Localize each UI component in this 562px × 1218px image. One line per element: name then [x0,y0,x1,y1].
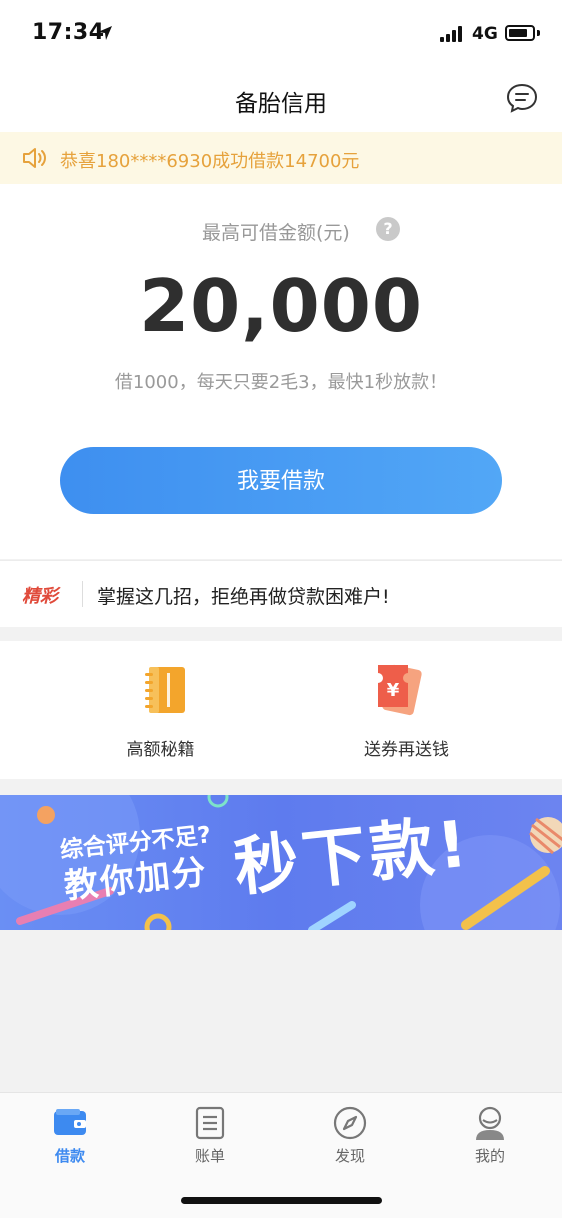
page-title: 备胎信用 [235,91,327,117]
bill-icon [195,1106,225,1140]
compass-icon [333,1106,367,1140]
app-screen: 17:34 4G 备胎信用 恭喜180****6930成功借款14700元 最高… [0,0,562,1218]
feature-high-limit[interactable]: 高额秘籍 [20,641,301,779]
loan-description: 借1000，每天只要2毛3，最快1秒放款！ [114,372,448,393]
coupon-icon: ¥ [378,664,422,716]
notice-text: 恭喜180****6930成功借款14700元 [60,151,360,172]
promo-banner[interactable]: 综合评分不足? 教你加分 秒下款! [0,795,562,930]
coupon-symbol: ¥ [387,680,400,701]
chat-bubble-icon[interactable] [506,82,538,114]
status-bar: 17:34 4G [0,0,562,66]
divider [82,581,83,607]
notebook-icon [145,667,185,713]
loan-amount: 20,000 [139,264,423,348]
article-strip[interactable]: 精彩 掌握这几招，拒绝再做贷款困难户! [0,560,562,627]
tab-profile[interactable]: 我的 [420,1093,560,1183]
battery-tip [537,30,540,36]
feature-label: 高额秘籍 [126,740,195,760]
tab-label: 账单 [194,1147,225,1165]
nav-bar: 备胎信用 [0,66,562,132]
notice-bar: 恭喜180****6930成功借款14700元 [0,132,562,184]
limit-label: 最高可借金额(元) [202,222,350,244]
wallet-icon [54,1109,86,1135]
cellular-signal-icon [440,26,466,42]
tab-bill[interactable]: 账单 [140,1093,280,1183]
location-arrow-icon [98,26,112,40]
tab-borrow[interactable]: 借款 [0,1093,140,1183]
network-type: 4G [472,24,498,44]
article-title: 掌握这几招，拒绝再做贷款困难户! [97,586,390,608]
feature-label: 送券再送钱 [364,740,449,760]
feature-coupon[interactable]: ¥ 送券再送钱 [266,641,547,779]
borrow-button[interactable]: 我要借款 [60,447,502,514]
profile-icon [476,1106,504,1140]
help-icon[interactable]: ? [376,217,400,241]
loan-card: 最高可借金额(元) ? 20,000 借1000，每天只要2毛3，最快1秒放款！… [0,184,562,559]
tab-label: 发现 [334,1147,365,1165]
status-time: 17:34 [32,20,105,45]
battery-icon [505,25,535,41]
article-badge: 精彩 [22,586,58,607]
tab-label: 借款 [54,1147,85,1165]
home-indicator [181,1197,382,1204]
speaker-icon [23,148,46,168]
feature-grid: 高额秘籍 ¥ 送券再送钱 [0,641,562,779]
tab-discover[interactable]: 发现 [280,1093,420,1183]
tab-label: 我的 [474,1147,505,1165]
